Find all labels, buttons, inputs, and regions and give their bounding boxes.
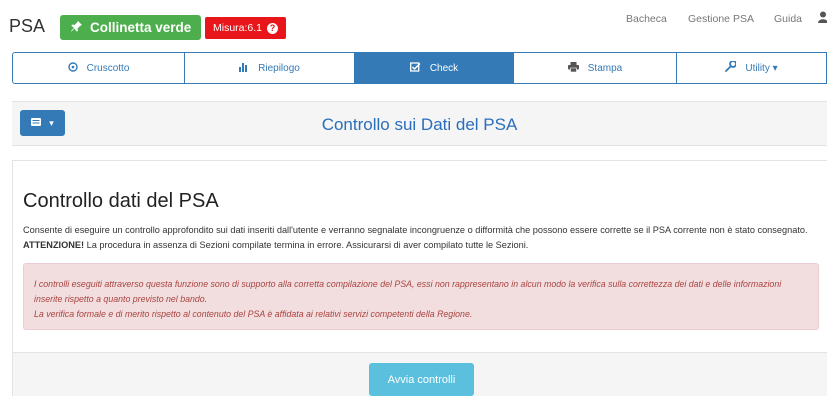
panel-description: Consente di eseguire un controllo approf… <box>23 223 818 253</box>
alert-line-2: La verifica formale e di merito rispetto… <box>34 309 473 319</box>
user-icon[interactable] <box>818 11 827 26</box>
panel-description-text-2: La procedura in assenza di Sezioni compi… <box>84 240 529 250</box>
tab-riepilogo-label: Riepilogo <box>258 62 300 74</box>
nav-guida[interactable]: Guida <box>774 13 802 25</box>
project-badge: Collinetta verde <box>60 15 202 40</box>
measure-badge[interactable]: Misura:6.1 ? <box>205 17 287 39</box>
print-icon <box>567 61 579 75</box>
run-checks-button[interactable]: Avvia controlli <box>369 363 474 396</box>
nav-gestione-psa[interactable]: Gestione PSA <box>688 13 754 25</box>
tab-check[interactable]: Check <box>354 52 514 84</box>
tab-utility-label: Utility ▾ <box>745 62 778 74</box>
wrench-icon <box>725 60 738 75</box>
tab-cruscotto-label: Cruscotto <box>86 62 130 74</box>
main-tabs: Cruscotto Riepilogo Check Stampa Utility… <box>12 52 827 84</box>
attention-label: ATTENZIONE! <box>23 240 85 250</box>
tab-stampa-label: Stampa <box>587 62 623 74</box>
panel-description-text: Consente di eseguire un controllo approf… <box>23 225 808 235</box>
panel-footer: Avvia controlli <box>13 352 827 396</box>
dashboard-icon <box>67 61 78 75</box>
section-header: ▾ Controllo sui Dati del PSA <box>12 101 827 146</box>
warning-alert: I controlli eseguiti attraverso questa f… <box>23 263 819 330</box>
measure-badge-label: Misura:6.1 <box>213 22 263 34</box>
project-badge-label: Collinetta verde <box>90 20 192 35</box>
panel-title: Controllo dati del PSA <box>23 190 219 212</box>
alert-line-1: I controlli eseguiti attraverso questa f… <box>34 279 782 304</box>
tab-utility[interactable]: Utility ▾ <box>676 52 827 84</box>
top-navbar: PSA Collinetta verde Misura:6.1 ? Bachec… <box>0 0 827 50</box>
bar-chart-icon <box>239 62 249 75</box>
tab-riepilogo[interactable]: Riepilogo <box>184 52 355 84</box>
check-square-icon <box>409 61 421 75</box>
page-title: Controllo sui Dati del PSA <box>321 115 518 134</box>
tab-check-label: Check <box>429 62 459 74</box>
nav-bacheca[interactable]: Bacheca <box>626 13 667 25</box>
check-panel: Controllo dati del PSA Consente di esegu… <box>12 160 827 396</box>
question-circle-icon[interactable]: ? <box>267 22 279 34</box>
tab-cruscotto[interactable]: Cruscotto <box>12 52 185 84</box>
brand-title[interactable]: PSA <box>9 16 45 37</box>
tab-stampa[interactable]: Stampa <box>513 52 677 84</box>
pin-icon <box>70 20 83 36</box>
